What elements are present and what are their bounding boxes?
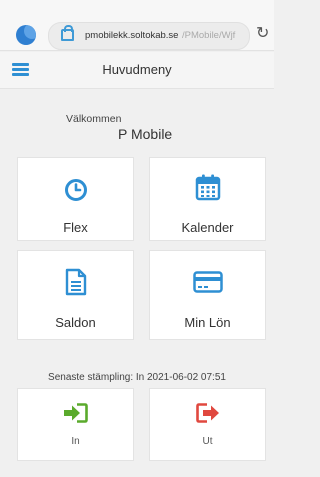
flex-tile-label: Flex [63,220,88,235]
stamp-out-label: Ut [202,436,213,447]
flex-tile[interactable]: Flex [17,157,134,241]
stamp-in-label: In [71,436,80,447]
sign-in-icon [63,403,88,423]
browser-toolbar: pmobilekk.soltokab.se /PMobile/Wjf ↻ [0,0,274,51]
min-lon-tile-label: Min Lön [184,315,231,330]
credit-card-icon [192,271,223,293]
saldon-tile-label: Saldon [55,315,96,330]
last-stamp-status: Senaste stämpling: In 2021-06-02 07:51 [48,372,226,383]
kalender-tile-label: Kalender [181,220,234,235]
browser-logo-icon[interactable] [16,25,36,45]
calendar-icon [195,174,220,201]
min-lon-tile[interactable]: Min Lön [149,250,266,340]
welcome-greeting: Välkommen [66,113,122,125]
url-path: /PMobile/Wjf [182,30,236,41]
page-title: Huvudmeny [102,62,172,77]
sign-out-icon [195,403,219,423]
kalender-tile[interactable]: Kalender [149,157,266,241]
welcome-name: P Mobile [118,126,173,142]
url-host: pmobilekk.soltokab.se [85,30,179,41]
saldon-tile[interactable]: Saldon [17,250,134,340]
stamp-in-button[interactable]: In [17,388,134,461]
address-bar[interactable]: pmobilekk.soltokab.se /PMobile/Wjf [48,22,250,50]
app-header: Huvudmeny [0,52,274,89]
document-icon [65,268,86,296]
stamp-out-button[interactable]: Ut [149,388,266,461]
clock-icon [64,179,87,201]
lock-icon [61,25,74,41]
reload-icon[interactable]: ↻ [256,26,269,42]
